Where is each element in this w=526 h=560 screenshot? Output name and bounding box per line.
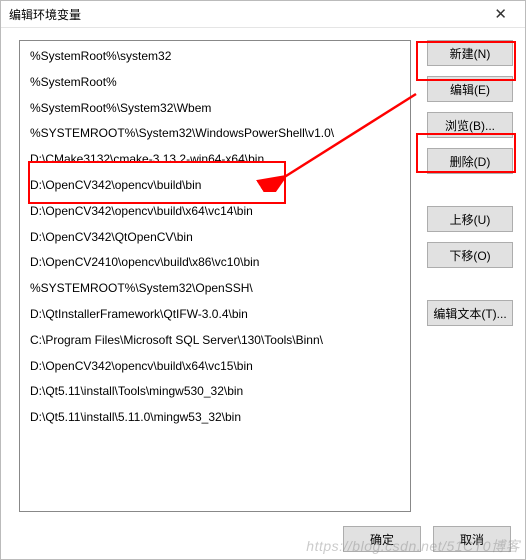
list-item[interactable]: D:\OpenCV342\opencv\build\bin (20, 173, 410, 199)
edit-button[interactable]: 编辑(E) (427, 76, 513, 102)
list-item[interactable]: D:\Qt5.11\install\5.11.0\mingw53_32\bin (20, 405, 410, 431)
list-item[interactable]: %SystemRoot%\system32 (20, 44, 410, 70)
list-item[interactable]: %SYSTEMROOT%\System32\WindowsPowerShell\… (20, 121, 410, 147)
button-column: 新建(N) 编辑(E) 浏览(B)... 删除(D) 上移(U) 下移(O) 编… (427, 40, 513, 512)
list-item[interactable]: D:\OpenCV342\QtOpenCV\bin (20, 225, 410, 251)
dialog-body: %SystemRoot%\system32 %SystemRoot% %Syst… (1, 28, 525, 518)
edittext-button[interactable]: 编辑文本(T)... (427, 300, 513, 326)
dialog-footer: 确定 取消 (1, 518, 525, 559)
list-item[interactable]: D:\OpenCV342\opencv\build\x64\vc15\bin (20, 354, 410, 380)
list-item[interactable]: D:\CMake3132\cmake-3.13.2-win64-x64\bin (20, 147, 410, 173)
list-item[interactable]: %SYSTEMROOT%\System32\OpenSSH\ (20, 276, 410, 302)
window-title: 编辑环境变量 (9, 6, 484, 23)
dialog-window: 编辑环境变量 ✕ %SystemRoot%\system32 %SystemRo… (0, 0, 526, 560)
list-item[interactable]: %SystemRoot%\System32\Wbem (20, 96, 410, 122)
list-item[interactable]: D:\OpenCV2410\opencv\build\x86\vc10\bin (20, 250, 410, 276)
movedown-button[interactable]: 下移(O) (427, 242, 513, 268)
list-item[interactable]: C:\Program Files\Microsoft SQL Server\13… (20, 328, 410, 354)
list-item[interactable]: D:\Qt5.11\install\Tools\mingw530_32\bin (20, 379, 410, 405)
cancel-button[interactable]: 取消 (433, 526, 511, 552)
path-listbox[interactable]: %SystemRoot%\system32 %SystemRoot% %Syst… (19, 40, 411, 512)
spacer (427, 184, 513, 196)
close-icon[interactable]: ✕ (484, 1, 517, 27)
ok-button[interactable]: 确定 (343, 526, 421, 552)
spacer (427, 278, 513, 290)
delete-button[interactable]: 删除(D) (427, 148, 513, 174)
list-item[interactable]: %SystemRoot% (20, 70, 410, 96)
titlebar: 编辑环境变量 ✕ (1, 1, 525, 28)
list-item[interactable]: D:\OpenCV342\opencv\build\x64\vc14\bin (20, 199, 410, 225)
moveup-button[interactable]: 上移(U) (427, 206, 513, 232)
new-button[interactable]: 新建(N) (427, 40, 513, 66)
list-item[interactable]: D:\QtInstallerFramework\QtIFW-3.0.4\bin (20, 302, 410, 328)
browse-button[interactable]: 浏览(B)... (427, 112, 513, 138)
